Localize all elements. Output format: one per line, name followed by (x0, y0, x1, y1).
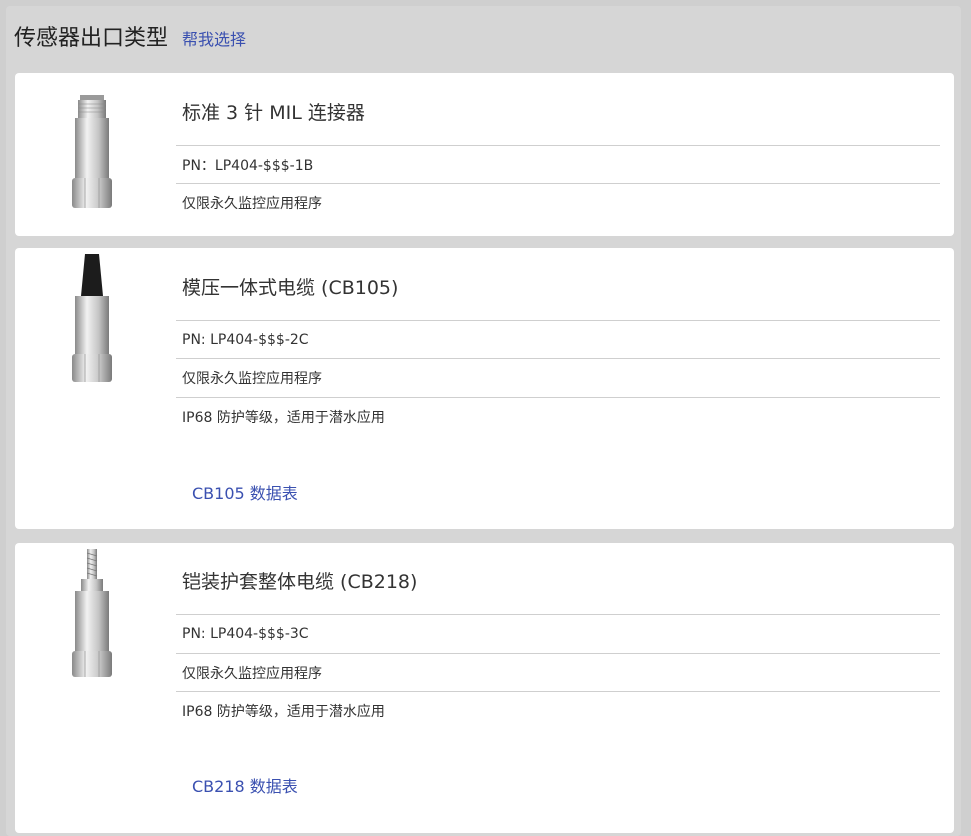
detail-line: 仅限永久监控应用程序 (176, 653, 940, 691)
detail-line: IP68 防护等级，适用于潜水应用 (176, 691, 940, 729)
detail-line: 仅限永久监控应用程序 (176, 358, 940, 396)
sensor-molded-cable-image (72, 254, 112, 382)
help-me-choose-link[interactable]: 帮我选择 (182, 26, 246, 50)
option-card-molded-cable[interactable]: 模压一体式电缆 (CB105) PN: LP404-$$$-2C 仅限永久监控应… (15, 248, 954, 529)
section-title: 传感器出口类型 (14, 26, 169, 51)
part-number: PN：LP404-$$$-1B (176, 145, 940, 183)
part-number: PN: LP404-$$$-3C (176, 614, 940, 652)
option-card-mil-connector[interactable]: 标准 3 针 MIL 连接器 PN：LP404-$$$-1B 仅限永久监控应用程… (15, 73, 954, 236)
option-name: 模压一体式电缆 (CB105) (182, 277, 399, 299)
cb218-datasheet-link[interactable]: CB218 数据表 (192, 773, 298, 797)
section-header: 传感器出口类型 帮我选择 (14, 20, 246, 54)
option-card-armored-cable[interactable]: 铠装护套整体电缆 (CB218) PN: LP404-$$$-3C 仅限永久监控… (15, 543, 954, 833)
detail-line: 仅限永久监控应用程序 (176, 183, 940, 221)
option-name: 标准 3 针 MIL 连接器 (182, 102, 365, 124)
cb105-datasheet-link[interactable]: CB105 数据表 (192, 480, 298, 504)
part-number: PN: LP404-$$$-2C (176, 320, 940, 358)
sensor-armored-cable-image (72, 549, 112, 677)
detail-line: IP68 防护等级，适用于潜水应用 (176, 397, 940, 435)
option-name: 铠装护套整体电缆 (CB218) (182, 571, 418, 593)
sensor-mil-connector-image (72, 95, 112, 208)
